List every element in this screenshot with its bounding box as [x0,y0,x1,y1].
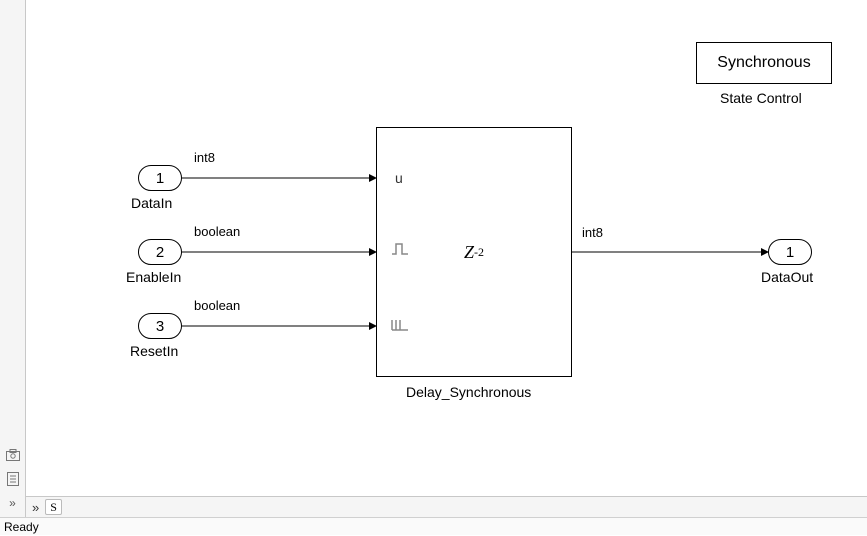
status-text: Ready [4,520,39,534]
bottom-chip-s[interactable]: S [45,499,62,515]
inport-enablein-label: EnableIn [126,269,181,285]
outport-dataout[interactable]: 1 [768,239,812,265]
model-canvas[interactable]: 1 DataIn int8 2 EnableIn boolean 3 Reset… [26,0,867,496]
inport-enablein[interactable]: 2 [138,239,182,265]
delay-z-base: Z [464,242,474,263]
delay-z-exp: -2 [474,245,484,260]
expand-bottom-icon[interactable]: » [32,500,39,515]
sheet-icon[interactable] [4,470,22,488]
delay-synchronous-block[interactable]: u Z-2 [376,127,572,377]
bottom-toolbar: » S [26,496,867,517]
sigtype-out: int8 [582,225,603,240]
sigtype-datain: int8 [194,150,215,165]
inport-datain-label: DataIn [131,195,172,211]
expand-icon[interactable]: » [4,494,22,512]
inport-datain[interactable]: 1 [138,165,182,191]
state-control-block[interactable]: Synchronous [696,42,832,84]
delay-block-label: Delay_Synchronous [406,384,531,400]
delay-center-expression: Z-2 [377,128,571,376]
inport-resetin-number: 3 [156,318,164,335]
sigtype-enablein: boolean [194,224,240,239]
inport-enablein-number: 2 [156,244,164,261]
inport-resetin-label: ResetIn [130,343,178,359]
sigtype-resetin: boolean [194,298,240,313]
state-control-label: State Control [720,90,802,106]
left-sidebar: » [0,0,26,520]
snapshot-icon[interactable] [4,446,22,464]
inport-datain-number: 1 [156,170,164,187]
outport-dataout-number: 1 [786,244,794,261]
inport-resetin[interactable]: 3 [138,313,182,339]
outport-dataout-label: DataOut [761,269,813,285]
state-control-text: Synchronous [717,54,810,72]
status-bar: Ready [0,517,867,535]
